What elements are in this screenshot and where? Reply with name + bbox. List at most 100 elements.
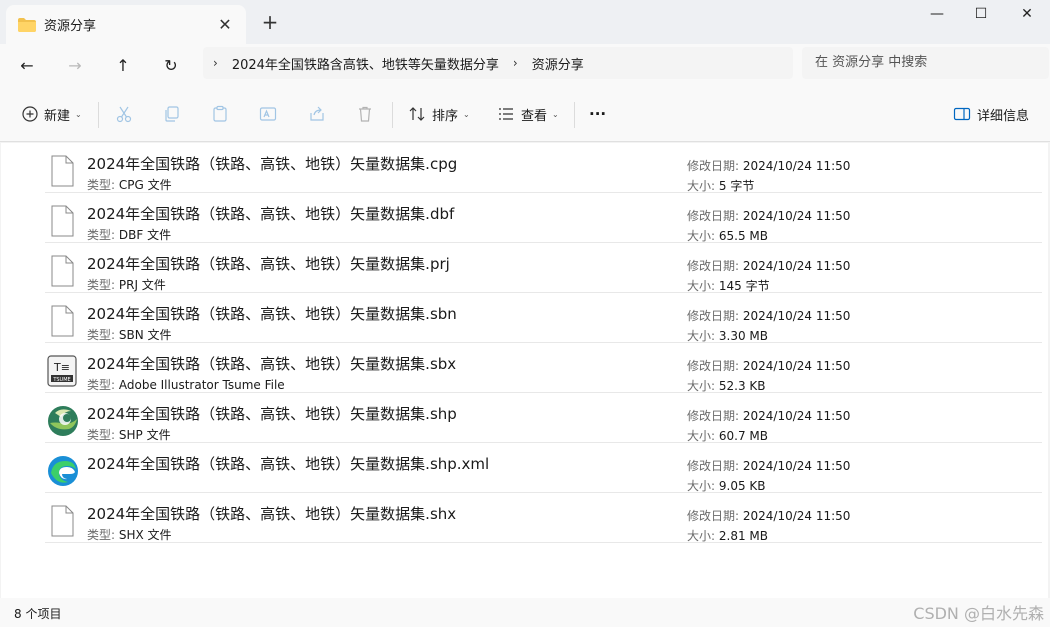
file-modified: 修改日期: 2024/10/24 11:50: [687, 457, 850, 474]
file-row[interactable]: 2024年全国铁路（铁路、高铁、地铁）矢量数据集.sbn 类型: SBN 文件 修改…: [1, 293, 1048, 343]
file-name: 2024年全国铁路（铁路、高铁、地铁）矢量数据集.shx: [87, 505, 457, 523]
file-modified: 修改日期: 2024/10/24 11:50: [687, 307, 850, 324]
file-type-value: SBN 文件: [118, 328, 172, 342]
tab-title: 资源分享: [44, 19, 97, 34]
copy-button[interactable]: [162, 100, 182, 128]
generic-file-icon: [47, 505, 77, 537]
rename-icon: [258, 104, 278, 124]
item-count: 8 个项目: [14, 607, 62, 621]
file-type: 类型: SHX 文件: [87, 526, 172, 543]
sort-icon: [407, 104, 427, 124]
file-row[interactable]: 2024年全国铁路（铁路、高铁、地铁）矢量数据集.shp 类型: SHP 文件 修改…: [1, 393, 1048, 443]
file-name: 2024年全国铁路（铁路、高铁、地铁）矢量数据集.prj: [87, 255, 450, 273]
file-row[interactable]: 2024年全国铁路（铁路、高铁、地铁）矢量数据集.shx 类型: SHX 文件 修改…: [1, 493, 1048, 543]
rename-button[interactable]: [258, 100, 278, 128]
file-modified-key: 修改日期:: [687, 359, 740, 373]
file-type-key: 类型:: [87, 278, 116, 292]
minimize-button[interactable]: —: [914, 0, 960, 30]
file-size-key: 大小:: [687, 429, 716, 443]
view-list-icon: [496, 104, 516, 124]
address-field[interactable]: › 2024年全国铁路含高铁、地铁等矢量数据分享 › 资源分享: [203, 47, 793, 79]
delete-button[interactable]: [355, 100, 375, 128]
new-tab-button[interactable]: +: [258, 11, 282, 35]
file-size-key: 大小:: [687, 179, 716, 193]
file-type: 类型: Adobe Illustrator Tsume File: [87, 376, 285, 393]
sort-label: 排序: [432, 108, 459, 124]
breadcrumb-current[interactable]: 资源分享: [532, 54, 584, 73]
forward-button[interactable]: →: [61, 52, 89, 80]
row-divider: [45, 542, 1042, 543]
details-pane-icon: [952, 104, 972, 124]
paste-button[interactable]: [210, 100, 230, 128]
file-modified-key: 修改日期:: [687, 209, 740, 223]
more-options-button[interactable]: ···: [589, 100, 606, 128]
folder-icon: [18, 17, 36, 32]
file-type-value: SHX 文件: [118, 528, 172, 542]
generic-file-icon: [47, 155, 77, 187]
tab-resource-share[interactable]: 资源分享 ✕: [6, 5, 246, 44]
chevron-right-icon[interactable]: ›: [213, 56, 218, 70]
file-size-key: 大小:: [687, 229, 716, 243]
file-modified: 修改日期: 2024/10/24 11:50: [687, 357, 850, 374]
new-label: 新建: [44, 108, 71, 124]
back-button[interactable]: ←: [13, 52, 41, 80]
status-bar: 8 个项目 CSDN @白水先森: [0, 598, 1050, 627]
file-modified-key: 修改日期:: [687, 259, 740, 273]
refresh-button[interactable]: ↻: [157, 52, 185, 80]
file-size-key: 大小:: [687, 479, 716, 493]
trash-icon: [355, 104, 375, 124]
file-modified: 修改日期: 2024/10/24 11:50: [687, 407, 850, 424]
share-button[interactable]: [307, 100, 327, 128]
details-pane-button[interactable]: 详细信息: [952, 100, 1029, 128]
globe-file-icon: [47, 405, 78, 437]
up-button[interactable]: ↑: [109, 52, 137, 80]
tab-close-button[interactable]: ✕: [214, 14, 236, 36]
chevron-right-icon[interactable]: ›: [513, 56, 518, 70]
file-row[interactable]: 2024年全国铁路（铁路、高铁、地铁）矢量数据集.shp.xml 修改日期: 20…: [1, 443, 1048, 493]
file-size-key: 大小:: [687, 529, 716, 543]
file-size-value: 145 字节: [718, 279, 770, 293]
new-button[interactable]: 新建 ⌄: [20, 100, 82, 128]
share-icon: [307, 104, 327, 124]
file-type: 类型: PRJ 文件: [87, 276, 166, 293]
file-modified-value: 2024/10/24 11:50: [742, 459, 851, 473]
svg-text:TSUME: TSUME: [52, 377, 70, 383]
file-modified: 修改日期: 2024/10/24 11:50: [687, 207, 850, 224]
clipboard-icon: [210, 104, 230, 124]
file-name: 2024年全国铁路（铁路、高铁、地铁）矢量数据集.sbx: [87, 355, 457, 373]
sort-button[interactable]: 排序 ⌄: [407, 100, 470, 128]
file-type: 类型: SBN 文件: [87, 326, 172, 343]
file-size-key: 大小:: [687, 379, 716, 393]
file-modified-key: 修改日期:: [687, 159, 740, 173]
file-row[interactable]: 2024年全国铁路（铁路、高铁、地铁）矢量数据集.prj 类型: PRJ 文件 修改…: [1, 243, 1048, 293]
file-row[interactable]: T≡ TSUME 2024年全国铁路（铁路、高铁、地铁）矢量数据集.sbx 类型: A…: [1, 343, 1048, 393]
divider: [98, 102, 99, 128]
file-type: 类型: SHP 文件: [87, 426, 171, 443]
maximize-button[interactable]: ☐: [958, 0, 1004, 30]
file-modified-value: 2024/10/24 11:50: [742, 159, 851, 173]
file-modified: 修改日期: 2024/10/24 11:50: [687, 507, 850, 524]
generic-file-icon: [47, 255, 77, 287]
divider: [392, 102, 393, 128]
file-row[interactable]: 2024年全国铁路（铁路、高铁、地铁）矢量数据集.dbf 类型: DBF 文件 修改…: [1, 193, 1048, 243]
file-type: 类型: CPG 文件: [87, 176, 172, 193]
file-row[interactable]: 2024年全国铁路（铁路、高铁、地铁）矢量数据集.cpg 类型: CPG 文件 修改…: [1, 143, 1048, 193]
file-size-value: 60.7 MB: [718, 429, 768, 443]
file-size-value: 2.81 MB: [718, 529, 768, 543]
breadcrumb-parent[interactable]: 2024年全国铁路含高铁、地铁等矢量数据分享: [232, 54, 499, 73]
file-type-value: SHP 文件: [118, 428, 171, 442]
file-type-key: 类型:: [87, 378, 116, 392]
file-size-value: 52.3 KB: [718, 379, 766, 393]
search-input[interactable]: 在 资源分享 中搜索: [802, 47, 1049, 79]
chevron-down-icon: ⌄: [75, 109, 82, 119]
file-type-value: PRJ 文件: [118, 278, 166, 292]
details-label: 详细信息: [977, 108, 1030, 124]
chevron-down-icon: ⌄: [463, 109, 470, 119]
file-modified-value: 2024/10/24 11:50: [742, 409, 851, 423]
file-modified-key: 修改日期:: [687, 409, 740, 423]
generic-file-icon: [47, 305, 77, 337]
view-button[interactable]: 查看 ⌄: [496, 100, 559, 128]
tsume-file-icon: T≡ TSUME: [47, 355, 77, 387]
cut-button[interactable]: [114, 100, 134, 128]
close-window-button[interactable]: ✕: [1004, 0, 1050, 30]
